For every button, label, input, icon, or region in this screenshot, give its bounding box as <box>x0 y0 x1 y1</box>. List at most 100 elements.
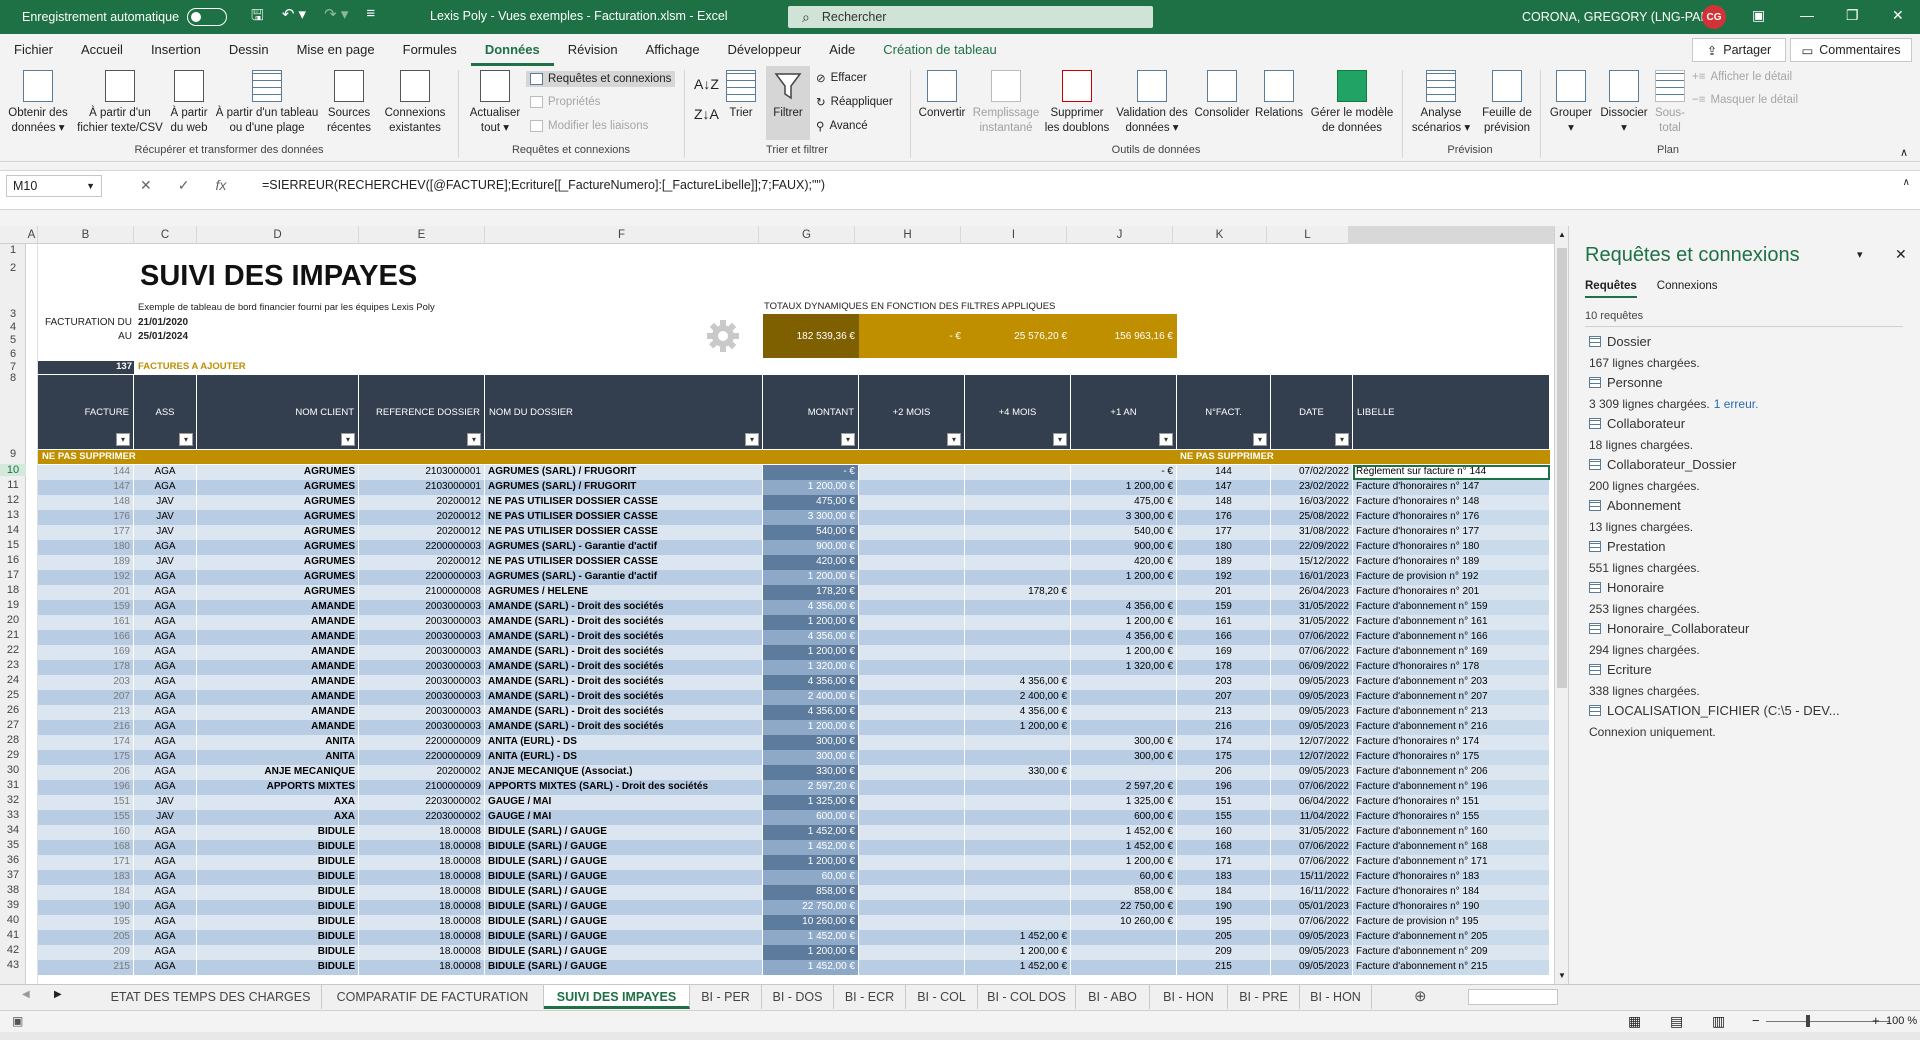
table-cell[interactable]: GAUGE / MAI <box>485 810 763 825</box>
table-cell[interactable]: JAV <box>134 795 197 810</box>
table-cell[interactable]: AGA <box>134 945 197 960</box>
row-header-39[interactable]: 39 <box>0 899 26 911</box>
existing-connections-button[interactable]: Connexions existantes <box>380 70 450 136</box>
table-cell[interactable]: 06/09/2022 <box>1271 660 1353 675</box>
table-cell[interactable]: 600,00 € <box>1071 810 1177 825</box>
row-header-38[interactable]: 38 <box>0 884 26 896</box>
table-cell[interactable] <box>965 600 1071 615</box>
row-header-14[interactable]: 14 <box>0 524 26 536</box>
query-item[interactable]: Collaborateur_Dossier 200 lignes chargées… <box>1589 457 1736 493</box>
table-cell[interactable]: 4 356,00 € <box>763 675 859 690</box>
table-cell[interactable]: 206 <box>38 765 134 780</box>
table-cell[interactable]: 420,00 € <box>1071 555 1177 570</box>
query-name[interactable]: Personne <box>1607 375 1663 390</box>
table-cell[interactable]: Facture d'honoraires n° 183 <box>1353 870 1550 885</box>
table-row[interactable]: 195 AGA BIDULE 18.00008 BIDULE (SARL) / GAUG… <box>38 915 1550 930</box>
table-cell[interactable]: AGRUMES (SARL) / FRUGORIT <box>485 480 763 495</box>
from-text-button[interactable]: À partir d'un fichier texte/CSV <box>74 70 166 136</box>
flash-fill-button[interactable]: Remplissage instantané <box>970 70 1042 136</box>
table-cell[interactable]: 161 <box>1177 615 1271 630</box>
table-cell[interactable]: 169 <box>1177 645 1271 660</box>
row-header-43[interactable]: 43 <box>0 959 26 971</box>
table-cell[interactable]: AMANDE <box>197 705 359 720</box>
table-cell[interactable]: Facture d'abonnement n° 159 <box>1353 600 1550 615</box>
table-cell[interactable] <box>965 570 1071 585</box>
table-cell[interactable]: 07/02/2022 <box>1271 465 1353 480</box>
redo-icon[interactable]: ↷ ▾ <box>324 5 348 30</box>
table-cell[interactable]: 180 <box>1177 540 1271 555</box>
table-cell[interactable]: Facture d'honoraires n° 155 <box>1353 810 1550 825</box>
table-cell[interactable]: 175 <box>38 750 134 765</box>
table-cell[interactable]: AXA <box>197 795 359 810</box>
query-error-link[interactable]: 1 erreur. <box>1714 397 1759 411</box>
table-cell[interactable]: BIDULE <box>197 915 359 930</box>
tab-cr-ation-de-tableau[interactable]: Création de tableau <box>869 34 1010 66</box>
table-cell[interactable]: GAUGE / MAI <box>485 795 763 810</box>
table-cell[interactable]: 15/12/2022 <box>1271 555 1353 570</box>
sort-az-icon[interactable]: A↓Z <box>694 76 719 92</box>
table-cell[interactable]: AGA <box>134 870 197 885</box>
tab-affichage[interactable]: Affichage <box>632 34 714 66</box>
row-header-15[interactable]: 15 <box>0 539 26 551</box>
table-cell[interactable]: BIDULE <box>197 855 359 870</box>
table-cell[interactable] <box>1071 930 1177 945</box>
row-header-25[interactable]: 25 <box>0 689 26 701</box>
table-cell[interactable]: 183 <box>38 870 134 885</box>
table-cell[interactable]: 18.00008 <box>359 885 485 900</box>
table-cell[interactable]: 2003000003 <box>359 675 485 690</box>
table-cell[interactable]: 1 320,00 € <box>763 660 859 675</box>
table-row[interactable]: 148 JAV AGRUMES 20200012 NE PAS UTILISER DOS… <box>38 495 1550 510</box>
table-cell[interactable]: 147 <box>1177 480 1271 495</box>
table-cell[interactable]: AMANDE (SARL) - Droit des sociétés <box>485 615 763 630</box>
table-cell[interactable]: 18.00008 <box>359 870 485 885</box>
row-header-33[interactable]: 33 <box>0 809 26 821</box>
table-cell[interactable]: 2100000009 <box>359 780 485 795</box>
tab-scroll-left-icon[interactable]: ◀ <box>22 989 30 1000</box>
table-cell[interactable]: 18.00008 <box>359 900 485 915</box>
column-header-h[interactable]: H <box>855 226 961 244</box>
table-cell[interactable] <box>859 735 965 750</box>
table-cell[interactable]: AGA <box>134 765 197 780</box>
table-cell[interactable]: 20200012 <box>359 495 485 510</box>
table-cell[interactable]: 1 200,00 € <box>965 720 1071 735</box>
row-header-19[interactable]: 19 <box>0 599 26 611</box>
from-web-button[interactable]: À partir du web <box>166 70 212 136</box>
table-cell[interactable]: 160 <box>1177 825 1271 840</box>
table-cell[interactable]: 2200000003 <box>359 570 485 585</box>
table-cell[interactable] <box>965 630 1071 645</box>
table-cell[interactable]: 148 <box>1177 495 1271 510</box>
table-cell[interactable]: 2200000003 <box>359 540 485 555</box>
table-cell[interactable]: 216 <box>38 720 134 735</box>
table-cell[interactable]: APPORTS MIXTES (SARL) - Droit des sociét… <box>485 780 763 795</box>
filter-button[interactable]: Filtrer <box>766 70 810 121</box>
table-cell[interactable]: 192 <box>38 570 134 585</box>
table-cell[interactable]: 60,00 € <box>763 870 859 885</box>
table-row[interactable]: 177 JAV AGRUMES 20200012 NE PAS UTILISER DOS… <box>38 525 1550 540</box>
table-cell[interactable]: 189 <box>1177 555 1271 570</box>
table-cell[interactable] <box>965 555 1071 570</box>
table-cell[interactable]: - € <box>763 465 859 480</box>
table-cell[interactable] <box>859 840 965 855</box>
table-row[interactable]: 174 AGA ANITA 2200000009 ANITA (EURL) - DS 30… <box>38 735 1550 750</box>
table-cell[interactable]: 1 200,00 € <box>763 720 859 735</box>
table-cell[interactable] <box>1071 960 1177 975</box>
table-cell[interactable] <box>859 690 965 705</box>
table-cell[interactable]: AGA <box>134 675 197 690</box>
table-cell[interactable]: 1 200,00 € <box>1071 570 1177 585</box>
table-cell[interactable]: 300,00 € <box>763 750 859 765</box>
table-cell[interactable] <box>965 525 1071 540</box>
table-cell[interactable]: 155 <box>38 810 134 825</box>
table-cell[interactable]: Facture d'abonnement n° 169 <box>1353 645 1550 660</box>
table-cell[interactable]: AMANDE <box>197 600 359 615</box>
table-cell[interactable]: 148 <box>38 495 134 510</box>
table-cell[interactable]: AGA <box>134 750 197 765</box>
table-cell[interactable]: 171 <box>38 855 134 870</box>
table-cell[interactable]: 203 <box>1177 675 1271 690</box>
table-cell[interactable]: 2003000003 <box>359 720 485 735</box>
row-header-17[interactable]: 17 <box>0 569 26 581</box>
name-box[interactable]: M10 ▼ <box>6 175 102 197</box>
table-cell[interactable]: 201 <box>38 585 134 600</box>
table-cell[interactable]: 144 <box>1177 465 1271 480</box>
table-cell[interactable]: 20200012 <box>359 510 485 525</box>
table-cell[interactable]: AGA <box>134 615 197 630</box>
